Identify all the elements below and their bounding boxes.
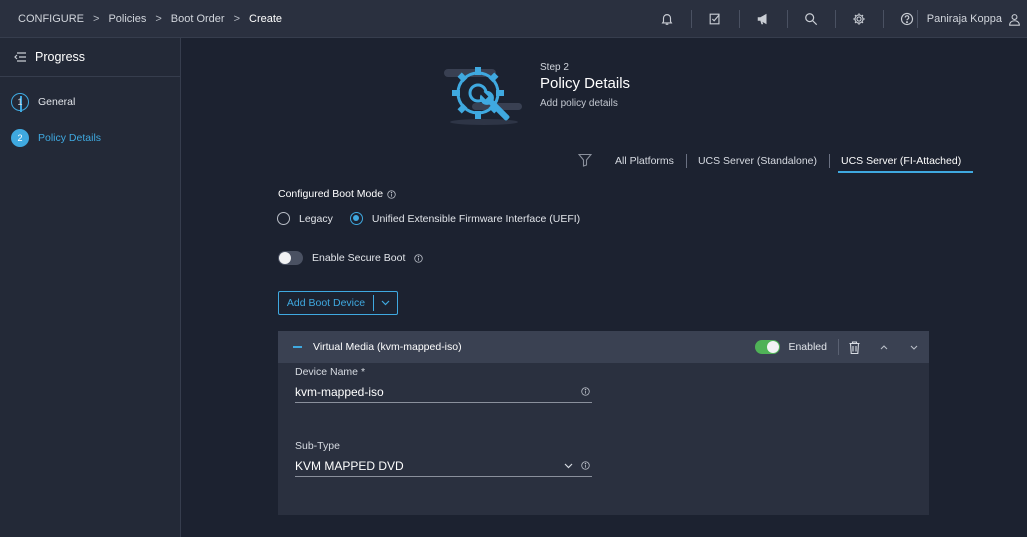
info-icon[interactable] <box>387 189 396 199</box>
move-down-button[interactable] <box>899 331 929 363</box>
secure-boot-toggle[interactable] <box>278 251 303 265</box>
tab-ucs-fi-attached[interactable]: UCS Server (FI-Attached) <box>829 150 974 173</box>
step-label: Policy Details <box>38 132 102 144</box>
page-subtitle: Add policy details <box>540 98 618 109</box>
sub-type-field: Sub-Type KVM MAPPED DVD <box>295 440 592 477</box>
checklist-icon <box>709 13 720 25</box>
top-bar: CONFIGURE > Policies > Boot Order > Crea… <box>0 0 1027 38</box>
breadcrumb-boot-order[interactable]: Boot Order <box>171 13 225 25</box>
boot-device-header: Virtual Media (kvm-mapped-iso) Enabled <box>278 331 929 363</box>
info-icon[interactable] <box>581 461 590 470</box>
add-boot-device-label: Add Boot Device <box>286 297 366 309</box>
step-general[interactable]: 1 General <box>11 93 75 111</box>
step-policy-details[interactable]: 2 Policy Details <box>11 129 101 147</box>
step-indicator: Step 2 <box>540 62 569 73</box>
chevron-right-icon: > <box>233 12 241 25</box>
breadcrumb-policies[interactable]: Policies <box>108 13 146 25</box>
boot-mode-label: Configured Boot Mode <box>278 188 384 200</box>
filter-icon[interactable] <box>578 153 592 167</box>
tasks-button[interactable] <box>691 0 739 38</box>
user-icon <box>1009 13 1020 26</box>
tab-all-platforms[interactable]: All Platforms <box>603 150 686 172</box>
chevron-down-icon <box>564 463 573 468</box>
radio-uefi[interactable] <box>349 212 363 225</box>
secure-boot-row: Enable Secure Boot <box>278 251 424 265</box>
chevron-right-icon: > <box>155 12 162 25</box>
toggle-knob <box>767 341 780 353</box>
help-button[interactable] <box>883 0 931 38</box>
breadcrumb: CONFIGURE > Policies > Boot Order > Crea… <box>0 13 282 25</box>
sub-type-value: KVM MAPPED DVD <box>295 459 404 473</box>
delete-device-button[interactable] <box>839 331 869 363</box>
info-icon[interactable] <box>581 387 590 396</box>
search-icon <box>805 13 818 26</box>
collapse-icon[interactable] <box>293 346 302 348</box>
collapse-menu-icon[interactable] <box>14 52 26 62</box>
toggle-knob <box>279 252 291 264</box>
megaphone-icon <box>757 13 767 25</box>
radio-legacy[interactable] <box>277 212 290 225</box>
sub-type-select[interactable]: KVM MAPPED DVD <box>295 456 592 477</box>
device-enabled-label: Enabled <box>788 341 827 353</box>
chevron-up-icon <box>880 344 888 349</box>
gear-icon <box>853 13 865 25</box>
boot-device-panel: Virtual Media (kvm-mapped-iso) Enabled D… <box>278 331 929 515</box>
notifications-button[interactable] <box>643 0 691 38</box>
settings-button[interactable] <box>835 0 883 38</box>
search-button[interactable] <box>787 0 835 38</box>
step-number: 2 <box>11 129 29 147</box>
device-name-field: Device Name * kvm-mapped-iso <box>295 366 592 403</box>
device-enabled-toggle[interactable] <box>755 340 781 354</box>
user-menu[interactable]: Paniraja Koppa <box>916 0 1021 38</box>
gear-wrench-illustration <box>444 67 522 125</box>
tab-ucs-standalone[interactable]: UCS Server (Standalone) <box>685 150 829 172</box>
info-icon[interactable] <box>414 253 424 263</box>
field-icons <box>564 461 590 470</box>
help-icon <box>900 12 914 26</box>
device-name-label: Device Name * <box>295 366 366 378</box>
bell-icon <box>661 14 673 25</box>
progress-header: Progress <box>0 38 180 77</box>
boot-mode-heading: Configured Boot Mode <box>278 188 396 200</box>
move-up-button[interactable] <box>869 331 899 363</box>
trash-icon <box>849 340 859 354</box>
sub-type-label: Sub-Type <box>295 440 340 452</box>
chevron-down-icon <box>910 345 918 350</box>
chevron-down-icon <box>381 300 390 306</box>
user-name: Paniraja Koppa <box>926 13 1002 25</box>
add-boot-device-button[interactable]: Add Boot Device <box>278 291 398 315</box>
boot-device-actions: Enabled <box>755 331 929 363</box>
breadcrumb-configure[interactable]: CONFIGURE <box>18 13 84 25</box>
field-icons <box>581 387 590 396</box>
page-header: Step 2 Policy Details Add policy details <box>540 62 630 109</box>
secure-boot-label: Enable Secure Boot <box>312 252 406 264</box>
platform-tabs: All Platforms UCS Server (Standalone) UC… <box>603 150 974 173</box>
add-boot-device-dropdown[interactable] <box>374 300 397 306</box>
device-name-value: kvm-mapped-iso <box>295 385 384 399</box>
step-number: 1 <box>11 93 29 111</box>
toolbar-icons <box>643 0 931 38</box>
page-title: Policy Details <box>540 75 631 92</box>
progress-title: Progress <box>35 50 86 64</box>
device-name-input[interactable]: kvm-mapped-iso <box>295 382 592 403</box>
boot-mode-radio-group: Legacy Unified Extensible Firmware Inter… <box>277 212 597 225</box>
progress-sidebar: Progress 1 General 2 Policy Details <box>0 38 181 537</box>
step-label: General <box>38 96 76 108</box>
announcements-button[interactable] <box>739 0 787 38</box>
chevron-right-icon: > <box>93 12 100 25</box>
radio-legacy-label: Legacy <box>299 212 333 225</box>
boot-device-title: Virtual Media (kvm-mapped-iso) <box>313 341 462 353</box>
breadcrumb-create: Create <box>249 12 283 25</box>
radio-uefi-label: Unified Extensible Firmware Interface (U… <box>371 212 581 225</box>
